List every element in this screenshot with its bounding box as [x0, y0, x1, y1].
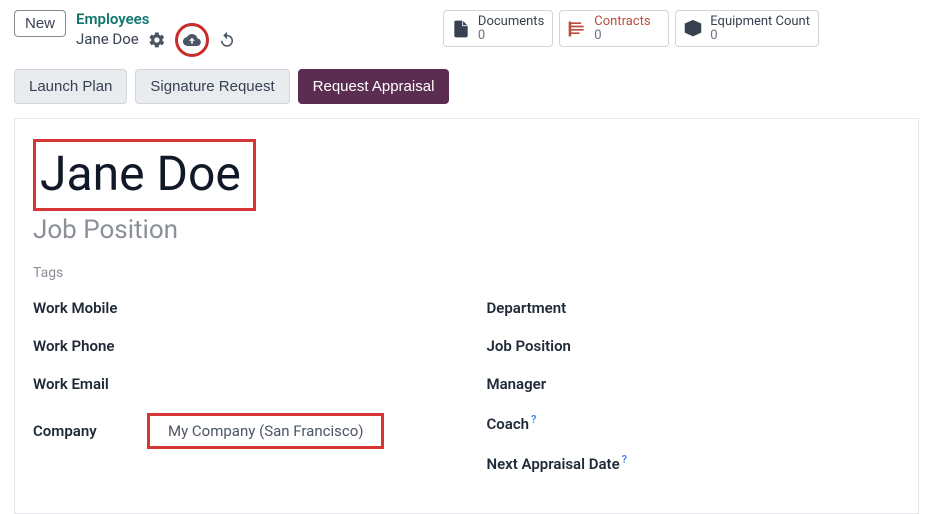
equipment-count: 0: [710, 29, 810, 43]
breadcrumb-current: Jane Doe: [76, 30, 139, 49]
company-value-highlight: My Company (San Francisco): [147, 413, 384, 449]
work-mobile-label: Work Mobile: [33, 299, 133, 317]
breadcrumb: Employees Jane Doe: [76, 10, 237, 51]
documents-card[interactable]: Documents 0: [443, 10, 553, 47]
gear-icon[interactable]: [147, 30, 167, 50]
signature-request-button[interactable]: Signature Request: [135, 69, 289, 104]
name-highlight: Jane Doe: [33, 139, 256, 211]
tags-label[interactable]: Tags: [33, 265, 900, 281]
employee-form: Jane Doe Job Position Tags Work Mobile W…: [14, 118, 919, 514]
equipment-icon: [682, 18, 704, 40]
coach-help-icon[interactable]: ?: [531, 413, 536, 426]
contracts-count: 0: [594, 29, 650, 43]
equipment-card[interactable]: Equipment Count 0: [675, 10, 819, 47]
company-value[interactable]: My Company (San Francisco): [168, 422, 363, 440]
next-appraisal-label: Next Appraisal Date?: [487, 453, 657, 473]
contracts-icon: [566, 18, 588, 40]
next-appraisal-help-icon[interactable]: ?: [622, 453, 627, 466]
manager-label: Manager: [487, 375, 657, 393]
employee-name[interactable]: Jane Doe: [40, 150, 241, 198]
discard-icon[interactable]: [217, 30, 237, 50]
documents-count: 0: [478, 29, 544, 43]
contracts-card[interactable]: Contracts 0: [559, 10, 669, 47]
equipment-label: Equipment Count: [710, 15, 810, 29]
coach-label: Coach?: [487, 413, 657, 433]
launch-plan-button[interactable]: Launch Plan: [14, 69, 127, 104]
contracts-label: Contracts: [594, 15, 650, 29]
breadcrumb-root[interactable]: Employees: [76, 10, 237, 29]
job-position-subtitle[interactable]: Job Position: [33, 215, 900, 245]
work-phone-label: Work Phone: [33, 337, 133, 355]
work-email-label: Work Email: [33, 375, 133, 393]
cloud-upload-icon[interactable]: [182, 30, 202, 50]
request-appraisal-button[interactable]: Request Appraisal: [298, 69, 450, 104]
documents-label: Documents: [478, 15, 544, 29]
job-position-label: Job Position: [487, 337, 657, 355]
company-label: Company: [33, 422, 133, 440]
department-label: Department: [487, 299, 657, 317]
save-cloud-highlight: [175, 23, 209, 57]
new-button[interactable]: New: [14, 10, 66, 37]
document-icon: [450, 18, 472, 40]
